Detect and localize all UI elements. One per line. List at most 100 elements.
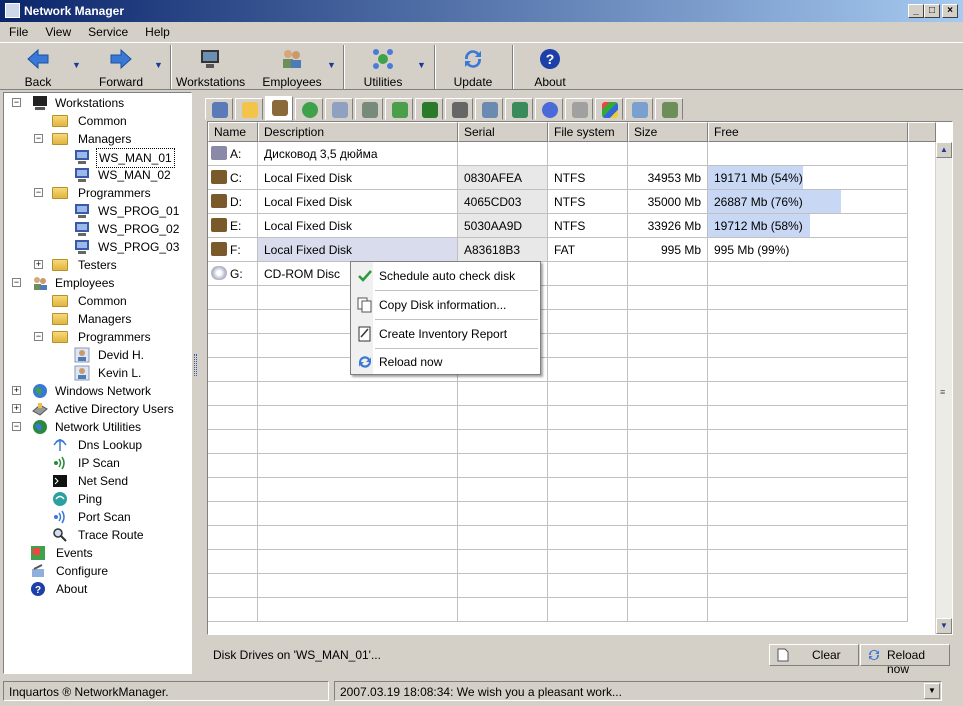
utilities-dropdown-icon[interactable]: ▼ [417, 60, 426, 70]
table-cell-fs[interactable]: NTFS [548, 166, 628, 190]
table-cell-desc[interactable]: Local Fixed Disk [258, 166, 458, 190]
table-cell-size[interactable] [628, 142, 708, 166]
empty-cell[interactable] [548, 550, 628, 574]
table-cell-free[interactable]: 19712 Mb (58%) [708, 214, 908, 238]
empty-cell[interactable] [708, 406, 908, 430]
tree-item-port-scan[interactable]: Port Scan [52, 508, 182, 526]
table-cell-serial[interactable]: 5030AA9D [458, 214, 548, 238]
table-cell-size[interactable]: 995 Mb [628, 238, 708, 262]
empty-cell[interactable] [708, 550, 908, 574]
utilities-button[interactable]: Utilities [360, 45, 406, 89]
column-header-free[interactable]: Free [708, 122, 908, 142]
minimize-button[interactable]: _ [908, 4, 924, 18]
tab-disk-drives[interactable] [265, 96, 293, 121]
empty-cell[interactable] [628, 526, 708, 550]
empty-cell[interactable] [548, 358, 628, 382]
tree-item-emp-programmers[interactable]: − Programmers [34, 328, 184, 346]
table-cell-free[interactable] [708, 262, 908, 286]
back-button[interactable]: Back [18, 45, 58, 89]
empty-cell[interactable] [458, 382, 548, 406]
table-cell-fs[interactable]: FAT [548, 238, 628, 262]
tree-item-devid[interactable]: Devid H. [74, 346, 184, 364]
table-cell-size[interactable]: 35000 Mb [628, 190, 708, 214]
scroll-up-icon[interactable]: ▲ [936, 142, 952, 158]
empty-cell[interactable] [628, 382, 708, 406]
table-cell-desc[interactable]: Local Fixed Disk [258, 214, 458, 238]
empty-cell[interactable] [208, 382, 258, 406]
collapse-icon[interactable]: − [34, 188, 43, 197]
menu-view[interactable]: View [36, 22, 79, 39]
tree-item-active-directory[interactable]: + Active Directory Users [12, 400, 191, 418]
empty-cell[interactable] [708, 574, 908, 598]
empty-cell[interactable] [628, 478, 708, 502]
empty-cell[interactable] [208, 574, 258, 598]
empty-cell[interactable] [708, 310, 908, 334]
table-cell-free[interactable]: 26887 Mb (76%) [708, 190, 908, 214]
employees-button[interactable]: Employees [262, 45, 322, 89]
empty-cell[interactable] [628, 406, 708, 430]
about-button[interactable]: ? About [530, 45, 570, 89]
empty-cell[interactable] [208, 430, 258, 454]
tree-item-events[interactable]: Events [30, 544, 180, 562]
empty-cell[interactable] [458, 454, 548, 478]
tab-shares[interactable] [625, 98, 653, 120]
empty-cell[interactable] [708, 358, 908, 382]
table-cell-size[interactable]: 33926 Mb [628, 214, 708, 238]
table-cell-fs[interactable]: NTFS [548, 190, 628, 214]
empty-cell[interactable] [548, 526, 628, 550]
empty-cell[interactable] [628, 574, 708, 598]
empty-cell[interactable] [548, 502, 628, 526]
empty-cell[interactable] [548, 598, 628, 622]
table-cell-name[interactable]: D: [208, 190, 258, 214]
tree-item-dns-lookup[interactable]: Dns Lookup [52, 436, 182, 454]
empty-cell[interactable] [708, 334, 908, 358]
menu-item-reload-now[interactable]: Reload now [351, 348, 540, 376]
table-cell-serial[interactable]: 0830AFEA [458, 166, 548, 190]
empty-cell[interactable] [708, 430, 908, 454]
empty-cell[interactable] [548, 382, 628, 406]
empty-cell[interactable] [628, 310, 708, 334]
empty-cell[interactable] [208, 310, 258, 334]
empty-cell[interactable] [258, 454, 458, 478]
tree-item-about[interactable]: ? About [30, 580, 180, 598]
table-cell-fs[interactable] [548, 262, 628, 286]
empty-cell[interactable] [708, 454, 908, 478]
tab-windows[interactable] [595, 98, 623, 120]
scroll-down-icon[interactable]: ▼ [936, 618, 952, 634]
empty-cell[interactable] [258, 550, 458, 574]
tab-printers[interactable] [445, 98, 473, 120]
empty-cell[interactable] [628, 334, 708, 358]
tree-item-configure[interactable]: Configure [30, 562, 180, 580]
empty-cell[interactable] [258, 406, 458, 430]
tree-item-ws-man-01[interactable]: WS_MAN_01 [74, 148, 184, 168]
tree-item-testers[interactable]: + Testers [34, 256, 184, 274]
empty-cell[interactable] [458, 598, 548, 622]
collapse-icon[interactable]: − [34, 332, 43, 341]
table-cell-free[interactable]: 995 Mb (99%) [708, 238, 908, 262]
tree-item-ws-prog-02[interactable]: WS_PROG_02 [74, 220, 184, 238]
tree-item-emp-common[interactable]: Common [52, 292, 182, 310]
empty-cell[interactable] [258, 598, 458, 622]
empty-cell[interactable] [258, 430, 458, 454]
column-header-name[interactable]: Name [208, 122, 258, 142]
table-cell-size[interactable]: 34953 Mb [628, 166, 708, 190]
tree-item-ip-scan[interactable]: IP Scan [52, 454, 182, 472]
table-cell-fs[interactable]: NTFS [548, 214, 628, 238]
disk-drives-table[interactable]: Name Description Serial File system Size… [207, 121, 953, 635]
expand-icon[interactable]: + [34, 260, 43, 269]
empty-cell[interactable] [708, 598, 908, 622]
empty-cell[interactable] [548, 310, 628, 334]
tab-services[interactable] [535, 98, 563, 120]
empty-cell[interactable] [548, 406, 628, 430]
empty-cell[interactable] [208, 454, 258, 478]
empty-cell[interactable] [548, 430, 628, 454]
tree-item-kevin[interactable]: Kevin L. [74, 364, 184, 382]
menu-item-schedule-check[interactable]: Schedule auto check disk [351, 262, 540, 290]
expand-icon[interactable]: + [12, 386, 21, 395]
table-cell-size[interactable] [628, 262, 708, 286]
table-cell-free[interactable]: 19171 Mb (54%) [708, 166, 908, 190]
empty-cell[interactable] [548, 334, 628, 358]
tree-item-programmers[interactable]: − Programmers [34, 184, 184, 202]
tree-item-windows-network[interactable]: + Windows Network [12, 382, 191, 400]
empty-cell[interactable] [208, 358, 258, 382]
